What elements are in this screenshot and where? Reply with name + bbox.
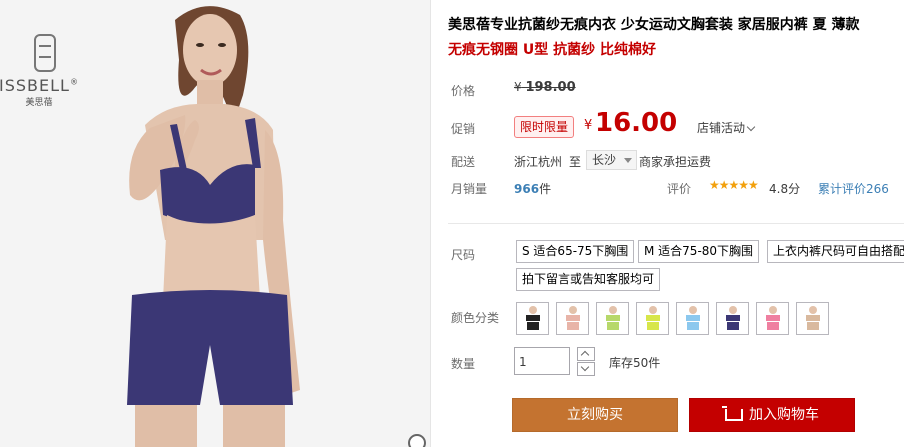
swatch-top [646, 315, 660, 321]
swatch-bottom [647, 322, 659, 330]
color-swatch[interactable] [716, 302, 749, 335]
review-count-link[interactable]: 累计评价266 [818, 180, 889, 197]
product-subtitle: 无痕无钢圈 U型 抗菌纱 比纯棉好 [448, 42, 656, 58]
original-price: ¥ 198.00 [514, 80, 576, 95]
swatch-head [729, 306, 737, 314]
chevron-down-icon [580, 362, 590, 372]
rating-score: 4.8分 [769, 182, 801, 196]
product-gallery: ISSBELL® 美思蓓 [0, 0, 431, 447]
dropdown-arrow-icon [624, 158, 632, 163]
swatch-head [609, 306, 617, 314]
chevron-up-icon [580, 350, 590, 360]
brand-text: ISSBELL [0, 76, 70, 95]
color-label: 颜色分类 [451, 311, 500, 325]
size-option[interactable]: 上衣内裤尺码可自由搭配 [767, 240, 904, 263]
brand-logo: ISSBELL® 美思蓓 [0, 34, 90, 108]
sales-count: 966件 [514, 180, 551, 197]
ship-from: 浙江杭州 [514, 155, 563, 169]
sales-count-value: 966 [514, 182, 540, 196]
quantity-input[interactable]: 1 [514, 347, 570, 375]
size-option[interactable]: 拍下留言或告知客服均可 [516, 268, 661, 291]
ship-to-word: 至 [569, 155, 582, 169]
buy-now-button[interactable]: 立刻购买 [512, 398, 678, 432]
add-to-cart-button[interactable]: 加入购物车 [689, 398, 855, 432]
promo-price: 16.00 [595, 108, 678, 138]
quantity-decrease-button[interactable] [577, 362, 595, 376]
swatch-top [766, 315, 780, 321]
brand-registered: ® [69, 77, 79, 87]
color-swatch[interactable] [796, 302, 829, 335]
swatch-top [686, 315, 700, 321]
zoom-icon[interactable] [408, 434, 426, 447]
shop-activity-label: 店铺活动 [697, 121, 746, 135]
quantity-increase-button[interactable] [577, 347, 595, 361]
brand-sub: 美思蓓 [25, 98, 53, 108]
shipping-fee: 商家承担运费 [639, 155, 712, 169]
swatch-head [689, 306, 697, 314]
price-label: 价格 [451, 84, 476, 98]
review-label: 评价 [667, 182, 692, 196]
sales-unit: 件 [539, 182, 552, 196]
cart-icon [722, 406, 743, 421]
swatch-bottom [527, 322, 539, 330]
chevron-down-icon [746, 122, 756, 132]
size-label: 尺码 [451, 248, 476, 262]
promo-currency: ¥ [584, 118, 593, 133]
shop-activity-dropdown[interactable]: 店铺活动 [697, 119, 756, 136]
product-info: 美思蓓专业抗菌纱无痕内衣 少女运动文胸套装 家居服内裤 夏 薄款 无痕无钢圈 U… [431, 0, 904, 447]
swatch-bottom [687, 322, 699, 330]
city-value: 长沙 [592, 153, 617, 167]
swatch-head [649, 306, 657, 314]
sales-label: 月销量 [451, 182, 488, 196]
brand-mark-icon [34, 34, 56, 72]
swatch-bottom [567, 322, 579, 330]
size-option[interactable]: S 适合65-75下胸围 [516, 240, 635, 263]
model-illustration [127, 6, 300, 447]
color-swatch[interactable] [596, 302, 629, 335]
promo-tag: 限时限量 [514, 116, 575, 138]
original-price-value: 198.00 [525, 80, 576, 95]
color-swatch[interactable] [636, 302, 669, 335]
color-swatch[interactable] [756, 302, 789, 335]
stock-text: 库存50件 [609, 356, 661, 370]
color-swatch[interactable] [516, 302, 549, 335]
color-swatch[interactable] [676, 302, 709, 335]
city-select[interactable]: 长沙 [586, 150, 637, 170]
swatch-head [569, 306, 577, 314]
quantity-label: 数量 [451, 357, 476, 371]
original-currency: ¥ [514, 80, 522, 94]
swatch-top [566, 315, 580, 321]
swatch-bottom [607, 322, 619, 330]
shipping-label: 配送 [451, 155, 476, 169]
size-option[interactable]: M 适合75-80下胸围 [638, 240, 760, 263]
divider [448, 223, 904, 224]
product-title: 美思蓓专业抗菌纱无痕内衣 少女运动文胸套装 家居服内裤 夏 薄款 [448, 17, 860, 33]
swatch-bottom [727, 322, 739, 330]
color-swatch[interactable] [556, 302, 589, 335]
swatch-top [526, 315, 540, 321]
swatch-head [769, 306, 777, 314]
swatch-top [606, 315, 620, 321]
promo-label: 促销 [451, 122, 476, 136]
rating-stars-icon: ★★★★★ [709, 178, 759, 192]
swatch-head [809, 306, 817, 314]
swatch-top [726, 315, 740, 321]
add-to-cart-label: 加入购物车 [749, 407, 819, 423]
swatch-top [806, 315, 820, 321]
swatch-bottom [767, 322, 779, 330]
swatch-head [529, 306, 537, 314]
swatch-bottom [807, 322, 819, 330]
product-image[interactable] [105, 0, 365, 447]
